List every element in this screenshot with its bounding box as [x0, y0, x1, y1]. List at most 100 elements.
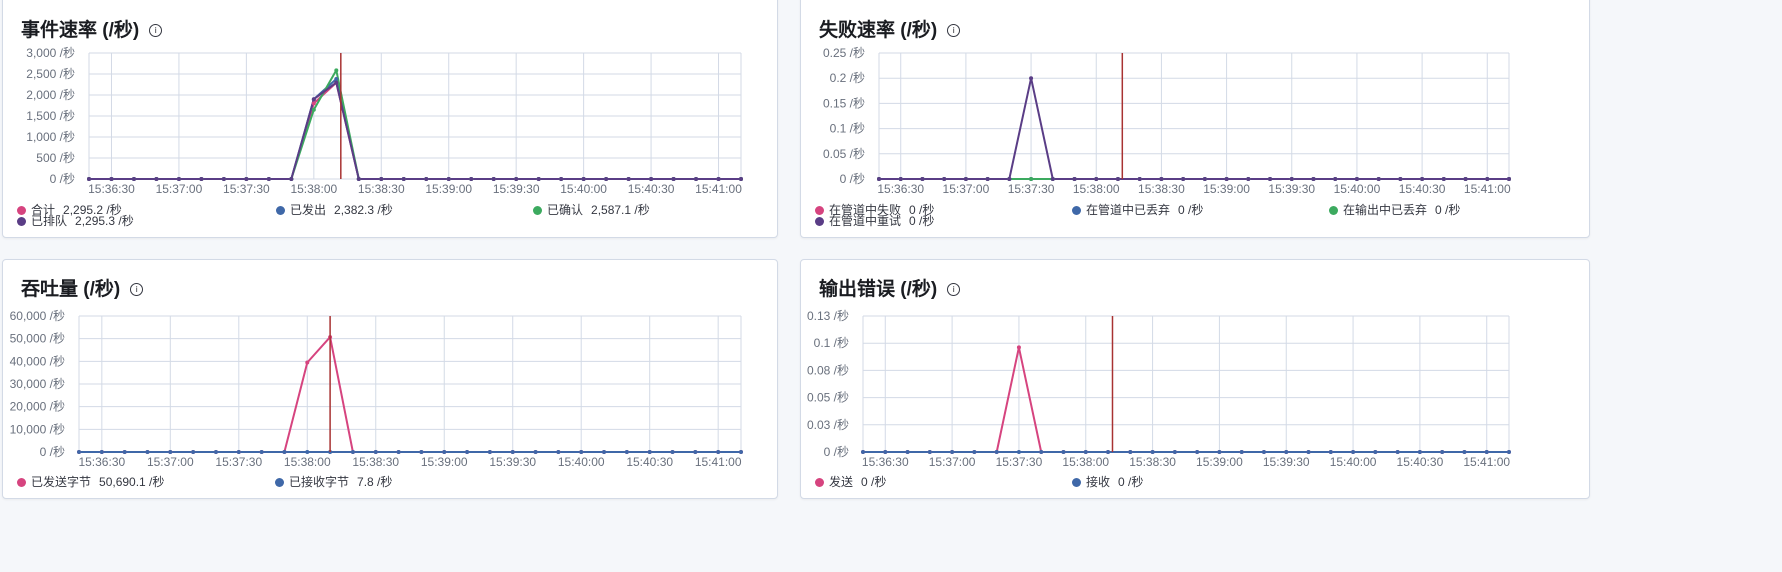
- data-point: [604, 177, 609, 181]
- data-point: [1351, 450, 1356, 454]
- data-point: [168, 450, 173, 454]
- data-point: [1261, 450, 1266, 454]
- x-tick-label: 15:38:00: [1073, 182, 1120, 196]
- data-point: [514, 177, 519, 181]
- x-tick-label: 15:40:30: [626, 455, 673, 469]
- data-point: [469, 177, 474, 181]
- data-point: [305, 450, 310, 454]
- x-tick-label: 15:41:00: [695, 182, 742, 196]
- y-tick-label: 3,000 /秒: [26, 46, 75, 60]
- data-point: [1376, 177, 1381, 181]
- data-point: [244, 177, 249, 181]
- y-tick-label: 1,000 /秒: [26, 130, 75, 144]
- y-tick-label: 20,000 /秒: [10, 400, 65, 414]
- data-point: [446, 177, 451, 181]
- data-point: [419, 450, 424, 454]
- data-point: [424, 177, 429, 181]
- x-tick-label: 15:37:00: [929, 455, 976, 469]
- x-tick-label: 15:38:30: [358, 182, 405, 196]
- y-tick-label: 2,500 /秒: [26, 67, 75, 81]
- data-point: [191, 450, 196, 454]
- data-point: [145, 450, 150, 454]
- data-point: [739, 177, 743, 181]
- data-point: [950, 450, 955, 454]
- x-tick-label: 15:37:00: [943, 182, 990, 196]
- y-tick-label: 500 /秒: [36, 151, 75, 165]
- data-point: [1417, 450, 1422, 454]
- series-line: [89, 69, 741, 180]
- x-tick-label: 15:38:30: [1138, 182, 1185, 196]
- throughput-chart[interactable]: 0 /秒 10,000 /秒 20,000 /秒 30,000 /秒 40,000 /秒…: [3, 260, 779, 500]
- legend-item[interactable]: 已接收字节 7.8 /秒: [275, 473, 392, 490]
- data-point: [311, 101, 316, 106]
- legend-item[interactable]: 已发送字节 50,690.1 /秒: [17, 473, 164, 490]
- x-tick-label: 15:41:00: [695, 455, 742, 469]
- data-point: [1050, 177, 1055, 181]
- data-point: [487, 450, 492, 454]
- data-point: [199, 177, 204, 181]
- y-tick-label: 0.08 /秒: [807, 363, 849, 377]
- data-point: [122, 450, 127, 454]
- data-point: [1224, 177, 1229, 181]
- x-tick-label: 15:39:30: [489, 455, 536, 469]
- legend-item[interactable]: 发送 0 /秒: [815, 473, 886, 490]
- x-tick-label: 15:38:00: [284, 455, 331, 469]
- data-point: [236, 450, 241, 454]
- data-point: [401, 177, 406, 181]
- legend-item[interactable]: 已排队 2,295.3 /秒: [17, 212, 134, 229]
- data-point: [1484, 450, 1489, 454]
- x-tick-label: 15:38:30: [1129, 455, 1176, 469]
- data-point: [266, 177, 271, 181]
- data-point: [883, 450, 888, 454]
- data-point: [693, 450, 698, 454]
- legend-dot: [275, 478, 284, 487]
- x-tick-label: 15:37:00: [147, 455, 194, 469]
- data-point: [373, 450, 378, 454]
- legend-item[interactable]: 在输出中已丢弃 0 /秒: [1329, 201, 1460, 218]
- data-point: [1420, 177, 1425, 181]
- x-tick-label: 15:39:30: [1268, 182, 1315, 196]
- legend-dot: [815, 478, 824, 487]
- y-tick-label: 0.03 /秒: [807, 418, 849, 432]
- data-point: [649, 177, 654, 181]
- data-point: [624, 450, 629, 454]
- x-tick-label: 15:40:30: [1397, 455, 1444, 469]
- legend-item[interactable]: 已确认 2,587.1 /秒: [533, 201, 650, 218]
- data-point: [510, 450, 515, 454]
- data-point: [1083, 450, 1088, 454]
- data-point: [282, 450, 287, 454]
- legend-item[interactable]: 接收 0 /秒: [1072, 473, 1143, 490]
- data-point: [1507, 177, 1511, 181]
- legend-item[interactable]: 已发出 2,382.3 /秒: [276, 201, 393, 218]
- panel-output-errors: 输出错误 (/秒) i 0 /秒 0.03 /秒 0.05 /秒 0.08 /秒 0.1 …: [800, 259, 1590, 499]
- data-point: [109, 177, 114, 181]
- output-errors-chart[interactable]: 0 /秒 0.03 /秒 0.05 /秒 0.08 /秒 0.1 /秒 0.13 /秒 15…: [801, 260, 1591, 500]
- data-point: [1115, 177, 1120, 181]
- y-tick-label: 0.05 /秒: [807, 391, 849, 405]
- x-tick-label: 15:41:00: [1463, 455, 1510, 469]
- y-tick-label: 1,500 /秒: [26, 109, 75, 123]
- data-point: [305, 360, 310, 365]
- panel-throughput: 吞吐量 (/秒) i 0 /秒 10,000 /秒 20,000 /秒 30,000 /…: [2, 259, 778, 499]
- y-tick-label: 50,000 /秒: [10, 332, 65, 346]
- data-point: [877, 177, 881, 181]
- x-tick-label: 15:40:30: [1399, 182, 1446, 196]
- data-point: [1441, 177, 1446, 181]
- data-point: [442, 450, 447, 454]
- x-tick-label: 15:39:30: [493, 182, 540, 196]
- legend-dot: [1329, 206, 1338, 215]
- data-point: [1463, 177, 1468, 181]
- x-tick-label: 15:39:00: [1203, 182, 1250, 196]
- data-point: [559, 177, 564, 181]
- x-tick-label: 15:37:00: [156, 182, 203, 196]
- y-tick-label: 30,000 /秒: [10, 377, 65, 391]
- legend-dot: [17, 478, 26, 487]
- legend-item[interactable]: 在管道中已丢弃 0 /秒: [1072, 201, 1203, 218]
- x-tick-label: 15:37:30: [996, 455, 1043, 469]
- legend-item[interactable]: 在管道中重试 0 /秒: [815, 212, 934, 229]
- x-tick-label: 15:37:30: [215, 455, 262, 469]
- series-line: [89, 81, 741, 180]
- x-tick-label: 15:40:00: [1334, 182, 1381, 196]
- legend-dot: [1072, 206, 1081, 215]
- data-point: [131, 177, 136, 181]
